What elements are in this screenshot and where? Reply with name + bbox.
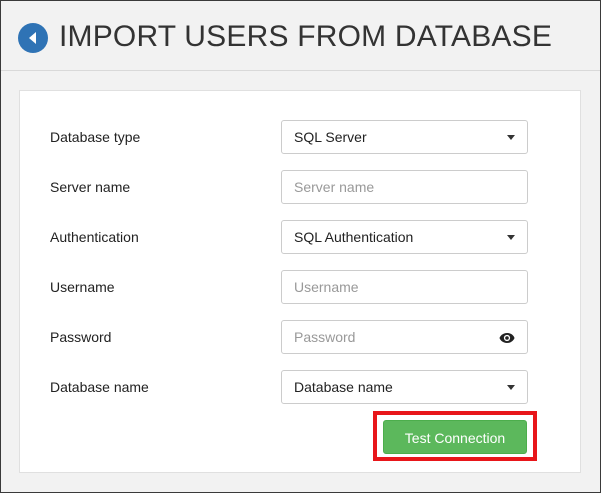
server-name-field-wrap [281,170,528,204]
username-row: Username [20,270,580,304]
database-type-label: Database type [50,129,141,145]
database-name-label: Database name [50,379,149,395]
password-input[interactable] [282,321,527,353]
page-title: IMPORT USERS FROM DATABASE [59,20,553,53]
authentication-select[interactable]: SQL Authentication [281,220,528,254]
password-label: Password [50,329,112,345]
authentication-value: SQL Authentication [294,229,414,245]
username-label: Username [50,279,115,295]
database-name-row: Database name Database name [20,370,580,404]
server-name-input[interactable] [282,171,527,203]
username-field-wrap [281,270,528,304]
database-name-select[interactable]: Database name [281,370,528,404]
page-header: IMPORT USERS FROM DATABASE [1,1,600,71]
database-name-value: Database name [294,379,393,395]
password-row: Password [20,320,580,354]
eye-icon[interactable] [499,332,515,344]
username-input[interactable] [282,271,527,303]
database-type-value: SQL Server [294,129,367,145]
password-field-wrap [281,320,528,354]
caret-down-icon [507,235,515,240]
database-type-select[interactable]: SQL Server [281,120,528,154]
authentication-label: Authentication [50,229,139,245]
chevron-left-icon [29,32,36,44]
caret-down-icon [507,385,515,390]
database-type-row: Database type SQL Server [20,120,580,154]
app-window: IMPORT USERS FROM DATABASE Database type… [0,0,601,493]
caret-down-icon [507,135,515,140]
authentication-row: Authentication SQL Authentication [20,220,580,254]
test-connection-button[interactable]: Test Connection [383,420,527,454]
back-button[interactable] [18,23,48,53]
server-name-row: Server name [20,170,580,204]
server-name-label: Server name [50,179,131,195]
